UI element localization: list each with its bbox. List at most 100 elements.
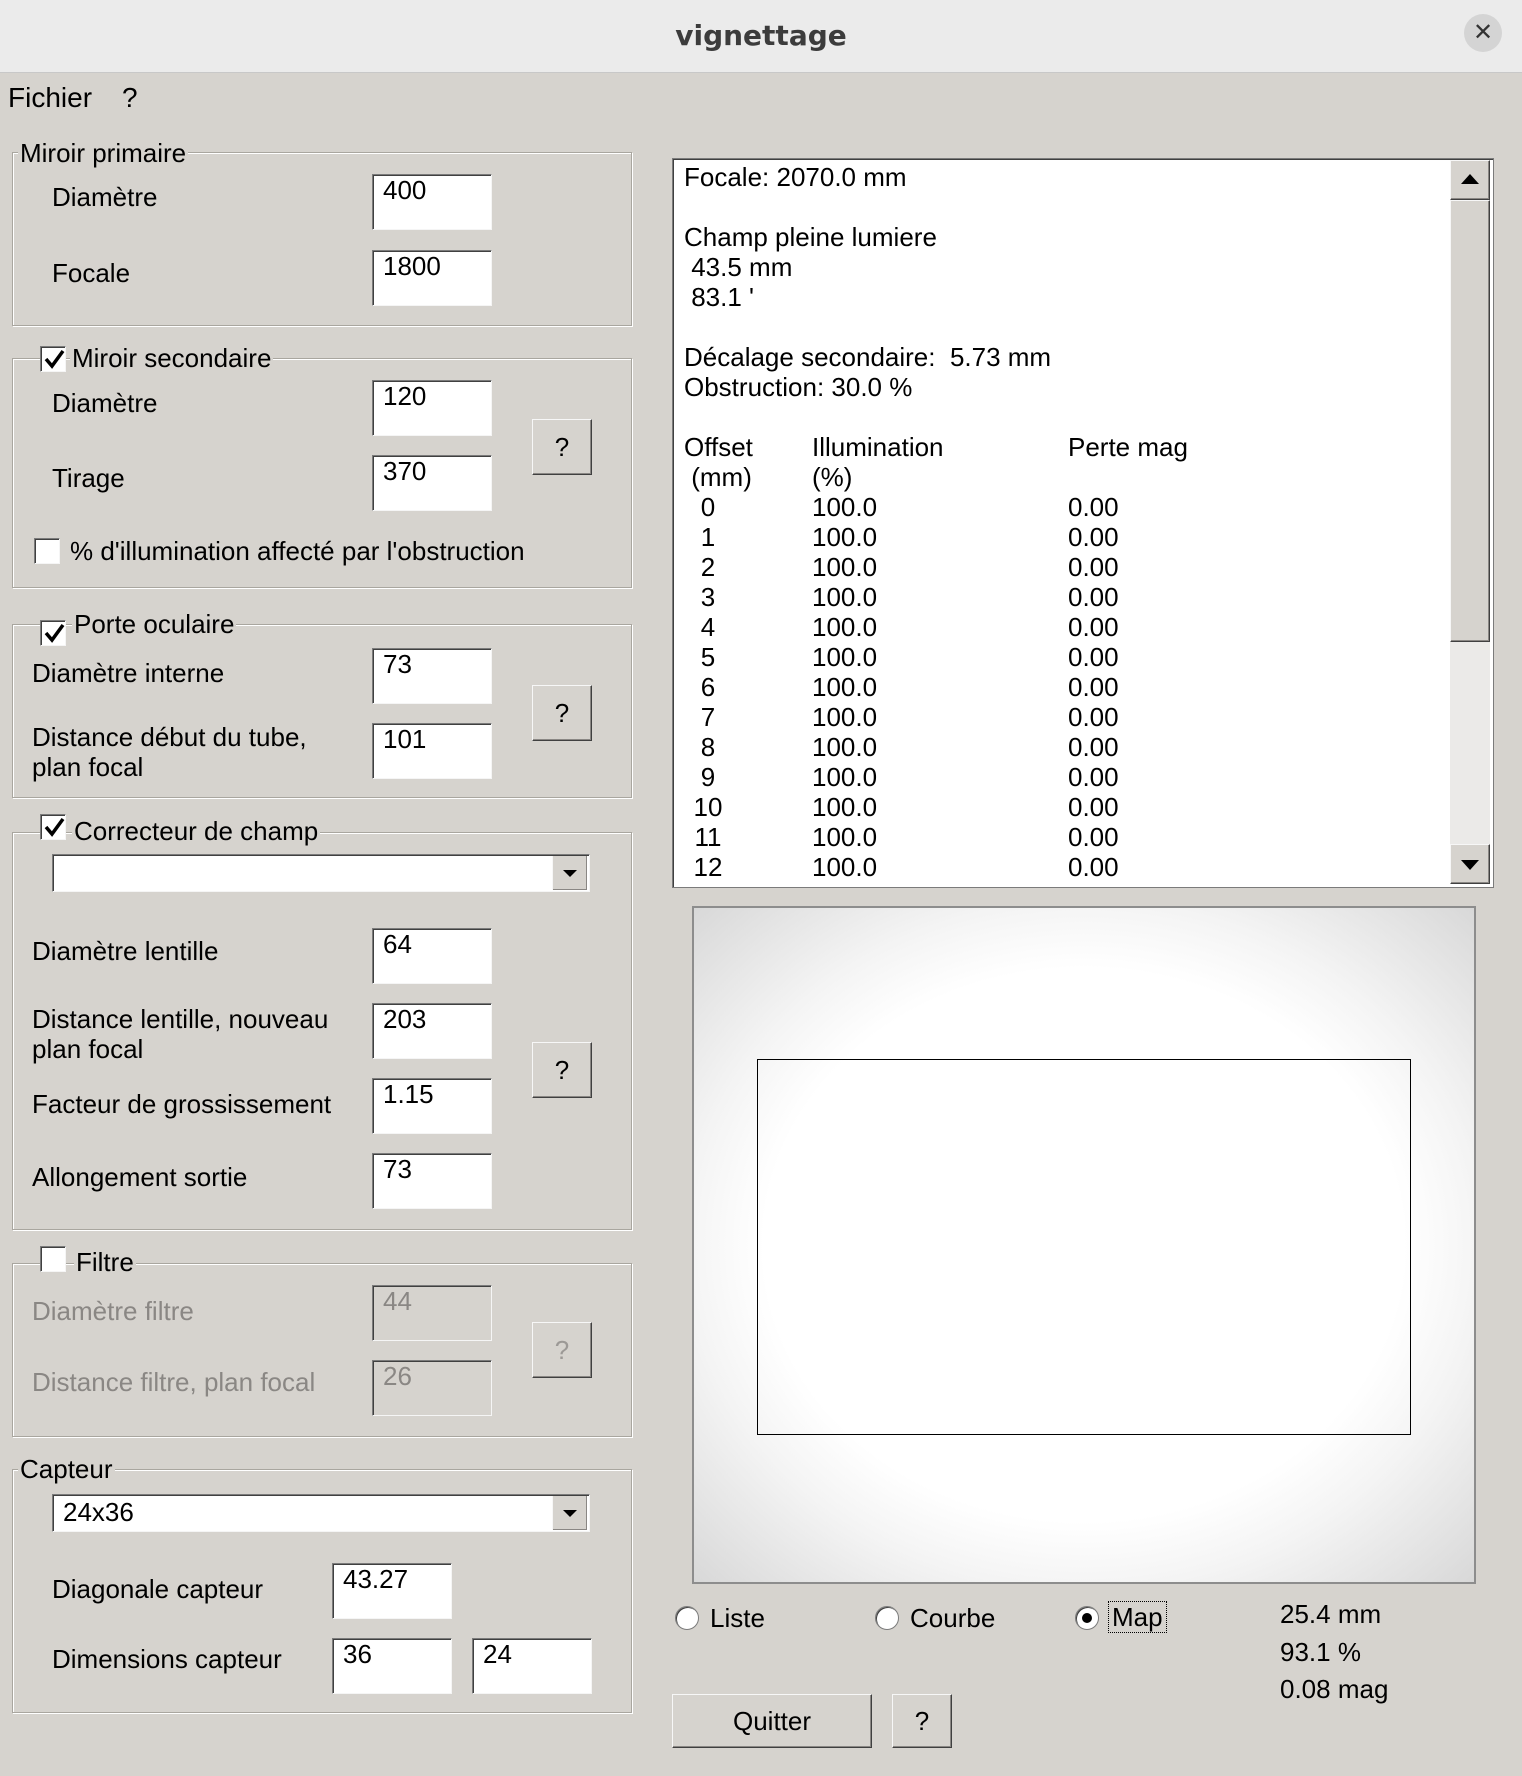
corrector-checkbox[interactable] <box>40 814 66 840</box>
focuser-legend: Porte oculaire <box>72 609 237 639</box>
sensor-width-input[interactable]: 36 <box>332 1638 452 1694</box>
result-magloss-cell: 0.00 <box>1068 732 1119 762</box>
result-magloss-cell: 0.00 <box>1068 612 1119 642</box>
secondary-help-button[interactable]: ? <box>532 419 592 475</box>
result-illumination-cell: 100.0 <box>812 492 878 522</box>
window-title: vignettage <box>675 19 847 52</box>
result-magloss-cell: 0.00 <box>1068 672 1119 702</box>
secondary-mirror-checkbox[interactable] <box>40 346 66 372</box>
result-magloss-cell: 0.00 <box>1068 492 1119 522</box>
result-magloss-cell: 0.00 <box>1068 702 1119 732</box>
sensor-diagonal-label: Diagonale capteur <box>52 1574 264 1604</box>
result-illumination-cell: 100.0 <box>812 792 878 822</box>
focuser-checkbox[interactable] <box>40 620 66 646</box>
result-obstruction: Obstruction: 30.0 % <box>684 372 913 402</box>
result-offset-cell: 10 <box>693 792 723 822</box>
sensor-diagonal-input[interactable]: 43.27 <box>332 1563 452 1619</box>
primary-focal-input[interactable]: 1800 <box>372 250 492 306</box>
scroll-thumb[interactable] <box>1450 200 1490 642</box>
result-offset-cell: 11 <box>694 822 722 852</box>
result-magloss-cell: 0.00 <box>1068 792 1119 822</box>
obstruction-label: % d'illumination affecté par l'obstructi… <box>70 536 525 566</box>
radio-map[interactable] <box>1075 1606 1099 1630</box>
sensor-dimensions-label: Dimensions capteur <box>52 1644 282 1674</box>
close-button[interactable]: ✕ <box>1464 14 1502 52</box>
menu-help[interactable]: ? <box>122 78 138 118</box>
focuser-distance-label-1: Distance début du tube, <box>32 722 307 752</box>
filter-help-button[interactable]: ? <box>532 1322 592 1378</box>
corrector-combo[interactable] <box>52 854 590 892</box>
result-offset-cell: 5 <box>700 642 716 672</box>
result-illumination-cell: 100.0 <box>812 732 878 762</box>
vignetting-map <box>692 906 1476 1584</box>
radio-map-label[interactable]: Map <box>1108 1601 1167 1633</box>
secondary-diameter-input[interactable]: 120 <box>372 380 492 436</box>
check-icon <box>44 817 65 837</box>
quit-button[interactable]: Quitter <box>672 1694 872 1748</box>
result-secondary-offset: Décalage secondaire: 5.73 mm <box>684 342 1052 372</box>
sensor-legend: Capteur <box>18 1454 115 1484</box>
corrector-lensdist-input[interactable]: 203 <box>372 1003 492 1059</box>
filter-checkbox[interactable] <box>40 1246 66 1272</box>
corrector-lensdist-label-2: plan focal <box>32 1034 144 1064</box>
radio-curve[interactable] <box>875 1606 899 1630</box>
secondary-draw-input[interactable]: 370 <box>372 455 492 511</box>
result-magloss-cell: 0.00 <box>1068 822 1119 852</box>
corrector-lensdist-label-1: Distance lentille, nouveau <box>32 1004 329 1034</box>
primary-diameter-input[interactable]: 400 <box>372 174 492 230</box>
primary-mirror-legend: Miroir primaire <box>18 138 189 168</box>
corrector-lens-label: Diamètre lentille <box>32 936 219 966</box>
check-icon <box>44 623 65 643</box>
primary-diameter-label: Diamètre <box>52 182 158 212</box>
focuser-inner-label: Diamètre interne <box>32 658 225 688</box>
readout-mm: 25.4 mm <box>1280 1599 1382 1629</box>
focuser-inner-input[interactable]: 73 <box>372 648 492 704</box>
result-offset-cell: 6 <box>700 672 716 702</box>
obstruction-checkbox[interactable] <box>34 538 60 564</box>
sensor-combo[interactable]: 24x36 <box>52 1494 590 1532</box>
corrector-extension-label: Allongement sortie <box>32 1162 248 1192</box>
result-illumination-cell: 100.0 <box>812 852 878 882</box>
result-illumination-cell: 100.0 <box>812 642 878 672</box>
result-offset-cell: 2 <box>700 552 716 582</box>
result-header-offset: Offset <box>684 432 753 462</box>
corrector-extension-input[interactable]: 73 <box>372 1153 492 1209</box>
focuser-distance-label-2: plan focal <box>32 752 144 782</box>
corrector-help-button[interactable]: ? <box>532 1042 592 1098</box>
result-magloss-cell: 0.00 <box>1068 552 1119 582</box>
result-illumination-cell: 100.0 <box>812 552 878 582</box>
filter-diameter-input[interactable]: 44 <box>372 1285 492 1341</box>
primary-mirror-group <box>12 152 632 326</box>
radio-list-label[interactable]: Liste <box>710 1603 765 1633</box>
corrector-mag-input[interactable]: 1.15 <box>372 1078 492 1134</box>
result-focal: Focale: 2070.0 mm <box>684 162 907 192</box>
corrector-lens-input[interactable]: 64 <box>372 928 492 984</box>
result-field-title: Champ pleine lumiere <box>684 222 937 252</box>
focuser-distance-input[interactable]: 101 <box>372 723 492 779</box>
footer-help-button[interactable]: ? <box>892 1694 952 1748</box>
arrow-up-icon <box>1461 174 1479 184</box>
result-header-magloss: Perte mag <box>1068 432 1188 462</box>
sensor-combo-arrow[interactable] <box>552 1496 587 1530</box>
sensor-height-input[interactable]: 24 <box>472 1638 592 1694</box>
result-magloss-cell: 0.00 <box>1068 852 1119 882</box>
result-magloss-cell: 0.00 <box>1068 522 1119 552</box>
secondary-diameter-label: Diamètre <box>52 388 158 418</box>
result-illumination-cell: 100.0 <box>812 702 878 732</box>
result-illumination-cell: 100.0 <box>812 612 878 642</box>
corrector-combo-arrow[interactable] <box>552 856 587 890</box>
radio-list[interactable] <box>675 1606 699 1630</box>
menu-fichier[interactable]: Fichier <box>8 78 92 118</box>
result-illumination-cell: 100.0 <box>812 762 878 792</box>
filter-distance-input[interactable]: 26 <box>372 1360 492 1416</box>
readout-mag: 0.08 mag <box>1280 1674 1389 1704</box>
scroll-down-button[interactable] <box>1450 844 1490 884</box>
radio-curve-label[interactable]: Courbe <box>910 1603 995 1633</box>
sensor-frame <box>757 1059 1411 1435</box>
secondary-mirror-legend: Miroir secondaire <box>70 343 274 373</box>
sensor-combo-value: 24x36 <box>63 1497 134 1527</box>
focuser-help-button[interactable]: ? <box>532 685 592 741</box>
result-illumination-cell: 100.0 <box>812 822 878 852</box>
result-illumination-cell: 100.0 <box>812 582 878 612</box>
scroll-up-button[interactable] <box>1450 160 1490 200</box>
